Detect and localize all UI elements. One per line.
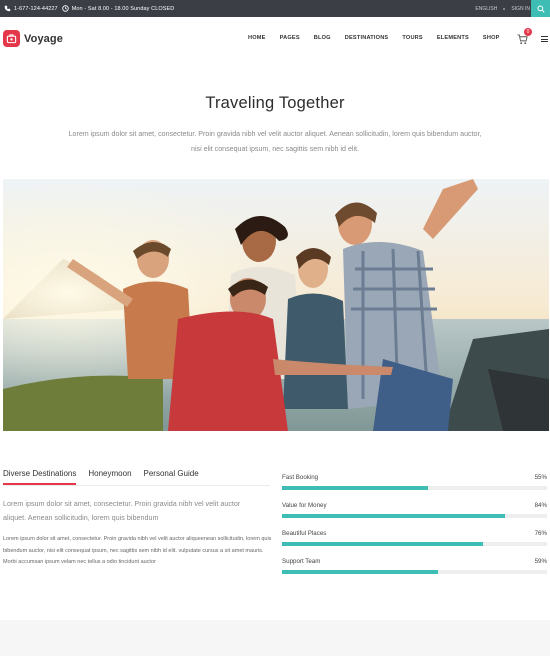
menu-item-tours[interactable]: TOURS [402,35,422,41]
tab-diverse-destinations[interactable]: Diverse Destinations [3,469,77,485]
separator-dot [503,7,506,10]
hero-photo [3,179,549,431]
progress-track [282,570,547,574]
footer-band [0,620,550,656]
progress-fill [282,486,428,490]
progress-percent: 59% [534,558,547,565]
main-navigation: Voyage HOME PAGES BLOG DESTINATIONS TOUR… [0,17,550,59]
progress-percent: 84% [534,502,547,509]
suitcase-icon [3,30,20,47]
phone-info: 1-677-124-44227 [4,5,58,12]
menu-list: HOME PAGES BLOG DESTINATIONS TOURS ELEME… [248,35,500,41]
brand-name: Voyage [24,32,63,45]
language-switcher[interactable]: ENGLISH [475,6,497,12]
phone-icon [4,5,11,12]
progress-fill [282,542,484,546]
phone-number: 1-677-124-44227 [14,5,58,12]
tab-personal-guide[interactable]: Personal Guide [144,469,199,485]
clock-icon [61,5,69,12]
progress-label: Fast Booking [282,474,319,481]
cart-button[interactable]: 0 [514,28,532,47]
intro-text: Lorem ipsum dolor sit amet, consectetur.… [68,130,482,153]
search-button[interactable] [531,0,550,17]
progress-track [282,486,547,490]
brand-logo[interactable]: Voyage [3,30,63,47]
group-of-friends-image [3,179,549,431]
menu-item-home[interactable]: HOME [248,35,266,41]
menu-item-elements[interactable]: ELEMENTS [437,35,469,41]
progress-bar: Beautiful Places 76% [282,526,547,554]
progress-fill [282,514,505,518]
opening-hours: Mon - Sat 8.00 - 18.00 Sunday CLOSED [71,5,175,12]
progress-fill [282,570,439,574]
menu-item-pages[interactable]: PAGES [280,35,300,41]
cart-count-badge: 0 [524,28,532,36]
hamburger-icon[interactable] [541,36,548,42]
progress-label: Beautiful Places [282,530,327,537]
page-title: Traveling Together [205,94,345,112]
sign-in-link[interactable]: SIGN IN [511,6,530,12]
stats-progress-bars: Fast Booking 55% Value for Money 84% Bea… [282,470,547,582]
hours-info: Mon - Sat 8.00 - 18.00 Sunday CLOSED [61,5,175,12]
progress-label: Support Team [282,558,321,565]
tab-bar: Diverse Destinations Honeymoon Personal … [3,469,211,485]
tabs-divider [3,485,270,486]
progress-percent: 55% [534,474,547,481]
menu-item-shop[interactable]: SHOP [483,35,500,41]
progress-track [282,542,547,546]
menu-item-destinations[interactable]: DESTINATIONS [345,35,389,41]
tab-lead-text: Lorem ipsum dolor sit amet, consectetur.… [3,499,241,522]
progress-percent: 76% [534,530,547,537]
progress-label: Value for Money [282,502,327,509]
tab-honeymoon[interactable]: Honeymoon [88,469,131,485]
tab-body-text: Lorem ipsum dolor sit amet, consectetur.… [3,536,272,565]
menu-item-blog[interactable]: BLOG [314,35,331,41]
top-bar: 1-677-124-44227 Mon - Sat 8.00 - 18.00 S… [0,0,550,17]
progress-bar: Support Team 59% [282,554,547,582]
search-icon [536,4,545,13]
progress-track [282,514,547,518]
progress-bar: Value for Money 84% [282,498,547,526]
progress-bar: Fast Booking 55% [282,470,547,498]
